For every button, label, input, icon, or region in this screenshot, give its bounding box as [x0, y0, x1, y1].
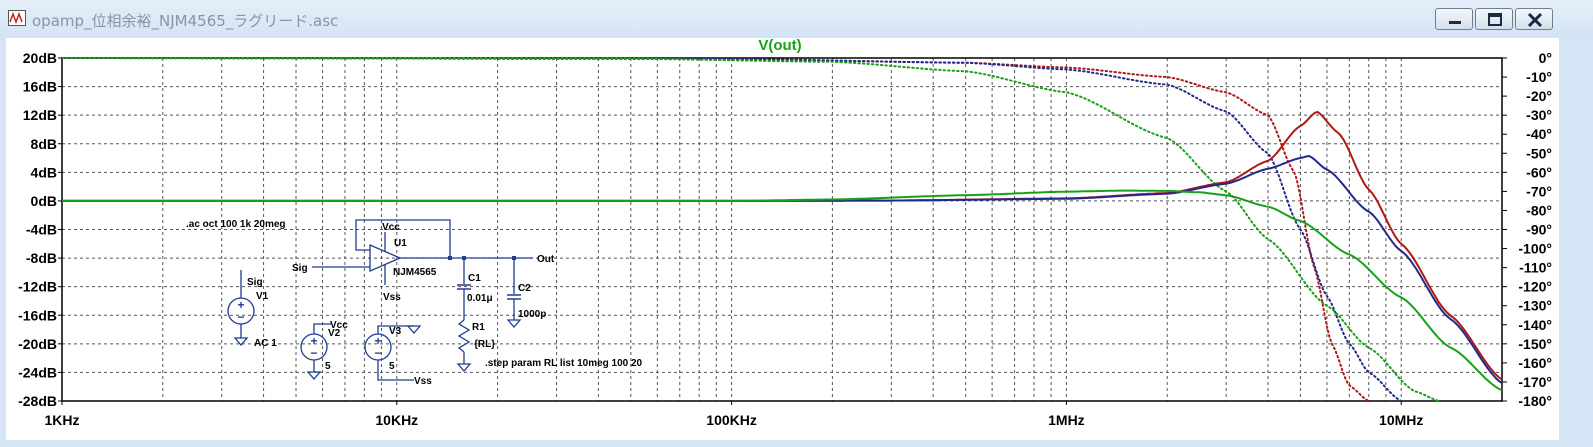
- schematic-label: Sig: [292, 263, 308, 274]
- schematic-label: Vss: [414, 376, 432, 387]
- x-tick-label: 100KHz: [706, 412, 757, 428]
- right-tick-label: -90°: [1526, 222, 1552, 238]
- x-tick-label: 10MHz: [1379, 412, 1423, 428]
- schematic-label: NJM4565: [393, 267, 437, 278]
- right-tick-label: -110°: [1519, 260, 1552, 276]
- junction-dot: [448, 256, 452, 260]
- right-tick-label: -100°: [1518, 241, 1552, 257]
- right-tick-label: -160°: [1518, 355, 1552, 371]
- schematic-label: Out: [537, 254, 555, 265]
- right-tick-label: -140°: [1518, 317, 1552, 333]
- left-tick-label: -24dB: [18, 364, 57, 380]
- schematic-label: 0.01μ: [467, 293, 493, 304]
- right-tick-label: -170°: [1518, 374, 1552, 390]
- right-tick-label: -40°: [1526, 126, 1552, 142]
- right-tick-label: -30°: [1526, 107, 1552, 123]
- x-tick-label: 10KHz: [375, 412, 418, 428]
- left-tick-label: 0dB: [31, 193, 57, 209]
- schematic-label: V3: [389, 326, 402, 337]
- schematic-label: C2: [518, 283, 531, 294]
- schematic-label: V2: [328, 328, 341, 339]
- schematic-label: Vss: [383, 292, 401, 303]
- right-tick-label: -10°: [1526, 69, 1552, 85]
- schematic-label: .step param RL list 10meg 100 20: [485, 358, 643, 369]
- schematic-label: 5: [389, 361, 395, 372]
- right-tick-label: -70°: [1526, 183, 1552, 199]
- left-tick-label: 16dB: [23, 79, 57, 95]
- waveform-window: opamp_位相余裕_NJM4565_ラグリード.asc .ac oct 100…: [0, 0, 1593, 447]
- left-tick-label: -8dB: [26, 250, 57, 266]
- right-tick-label: -180°: [1518, 393, 1552, 409]
- left-tick-label: 12dB: [23, 107, 57, 123]
- right-tick-label: -20°: [1526, 88, 1552, 104]
- schematic-label: AC 1: [254, 338, 277, 349]
- trace-title-vout[interactable]: V(out): [758, 37, 801, 54]
- right-tick-label: -80°: [1526, 202, 1552, 218]
- left-tick-label: -28dB: [18, 393, 57, 409]
- bode-plot[interactable]: .ac oct 100 1k 20meg .step param RL list …: [0, 0, 1593, 447]
- x-tick-label: 1KHz: [44, 412, 79, 428]
- schematic-label: C1: [468, 273, 481, 284]
- schematic-label: R1: [472, 322, 485, 333]
- x-tick-label: 1MHz: [1048, 412, 1085, 428]
- left-tick-label: -4dB: [26, 222, 57, 238]
- right-tick-label: -60°: [1526, 164, 1552, 180]
- minus-sign: −: [374, 346, 381, 360]
- right-tick-label: -120°: [1518, 279, 1552, 295]
- schematic-label: {RL}: [474, 339, 495, 350]
- right-tick-label: -50°: [1526, 145, 1552, 161]
- schematic-label: Sig: [247, 277, 263, 288]
- left-tick-label: 8dB: [31, 136, 57, 152]
- schematic-label: 5: [325, 361, 331, 372]
- schematic-label: U1: [394, 238, 407, 249]
- left-tick-label: -16dB: [18, 307, 57, 323]
- minus-sign: −: [310, 346, 317, 360]
- right-tick-label: 0°: [1539, 50, 1552, 66]
- left-tick-label: 20dB: [23, 50, 57, 66]
- schematic-label: .ac oct 100 1k 20meg: [186, 219, 286, 230]
- right-tick-label: -130°: [1518, 298, 1552, 314]
- left-tick-label: 4dB: [31, 164, 57, 180]
- left-tick-label: -20dB: [18, 336, 57, 352]
- schematic-label: 1000p: [518, 309, 546, 320]
- minus-sign: −: [237, 310, 244, 324]
- schematic-label: V1: [256, 291, 269, 302]
- left-tick-label: -12dB: [18, 279, 57, 295]
- schematic-label: Vcc: [382, 222, 400, 233]
- right-tick-label: -150°: [1518, 336, 1552, 352]
